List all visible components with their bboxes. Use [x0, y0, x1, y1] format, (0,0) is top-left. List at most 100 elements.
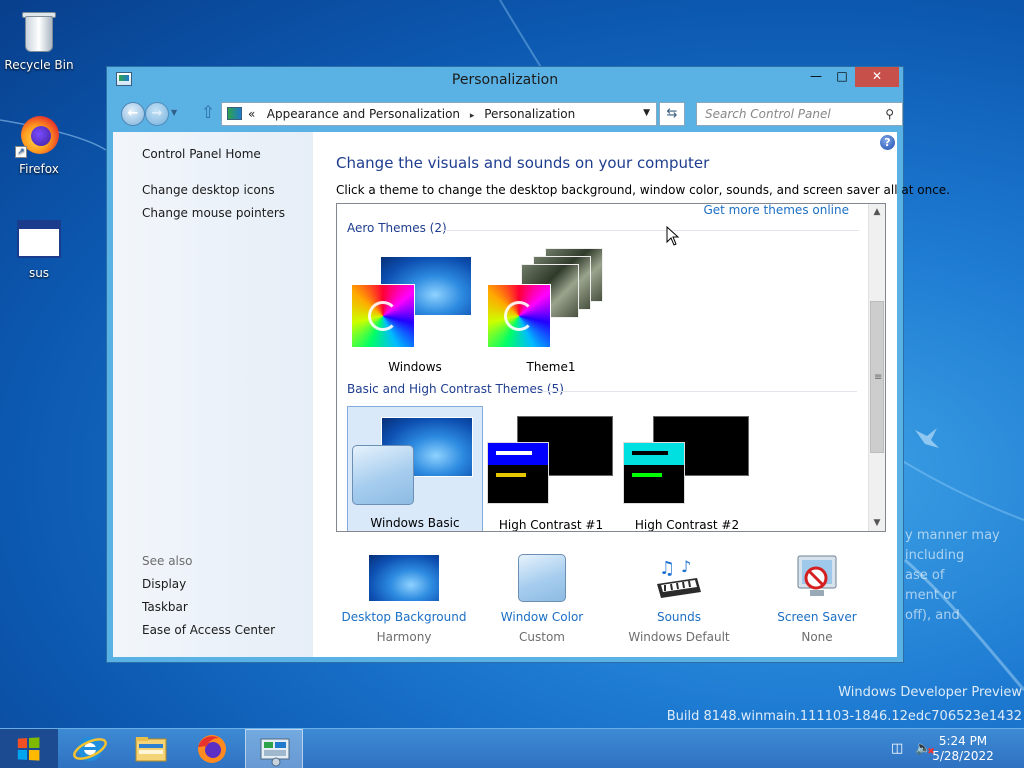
- basic-window-preview: [352, 445, 414, 505]
- scrollbar-thumb[interactable]: ≡: [870, 301, 884, 453]
- theme-list-scrollbar[interactable]: ▲ ≡ ▼: [868, 204, 885, 531]
- link-ease-of-access-center[interactable]: Ease of Access Center: [142, 623, 275, 637]
- theme-label: Windows: [388, 360, 442, 374]
- color-wheel-icon: [487, 284, 551, 348]
- link-change-mouse-pointers[interactable]: Change mouse pointers: [142, 206, 285, 220]
- scroll-down-icon[interactable]: ▼: [869, 515, 885, 531]
- search-input[interactable]: [705, 106, 875, 122]
- search-icon[interactable]: ⚲: [885, 107, 894, 121]
- theme-label: Theme1: [526, 360, 576, 374]
- theme-tile-high-contrast-1[interactable]: High Contrast #1: [483, 406, 619, 532]
- aero-themes-header: Aero Themes (2): [347, 221, 447, 235]
- sounds-link[interactable]: Sounds: [611, 610, 747, 624]
- recycle-bin-icon: [15, 6, 63, 54]
- title-bar[interactable]: Personalization — □ ✕: [107, 67, 903, 95]
- breadcrumb-personalization[interactable]: Personalization: [484, 107, 575, 121]
- maximize-button[interactable]: □: [829, 67, 855, 87]
- application-window-icon: [15, 214, 63, 262]
- sounds-setting[interactable]: ♫ ♪ Sounds Windows Default: [611, 554, 747, 644]
- wallpaper-ghost-text: y manner may including ase of ment or off), …: [905, 528, 1000, 623]
- divider: [540, 391, 857, 392]
- page-description: Click a theme to change the desktop back…: [336, 183, 950, 197]
- window-color-icon: [518, 554, 566, 602]
- screen-saver-link[interactable]: Screen Saver: [749, 610, 885, 624]
- address-bar[interactable]: « Appearance and Personalization ▸ Perso…: [221, 102, 657, 126]
- svg-text:♫: ♫: [659, 558, 675, 579]
- search-box[interactable]: ⚲: [696, 102, 903, 126]
- internet-explorer-icon: [73, 737, 107, 761]
- sounds-value: Windows Default: [628, 630, 730, 644]
- taskbar-firefox[interactable]: [183, 729, 241, 768]
- help-icon[interactable]: ?: [880, 135, 895, 150]
- desktop-icon-label: Firefox: [19, 162, 59, 176]
- svg-text:♪: ♪: [681, 557, 691, 576]
- theme-tile-windows[interactable]: Windows: [347, 248, 483, 374]
- desktop-icon-recycle-bin[interactable]: Recycle Bin: [1, 6, 77, 72]
- up-button[interactable]: ⇧: [201, 103, 215, 123]
- control-panel-icon: [227, 107, 242, 120]
- screen-saver-value: None: [801, 630, 833, 644]
- basic-themes-header: Basic and High Contrast Themes (5): [347, 382, 564, 396]
- desktop-background-value: Harmony: [376, 630, 432, 644]
- theme-tile-windows-basic[interactable]: Windows Basic: [347, 406, 483, 531]
- theme-label: Windows Basic: [370, 516, 460, 530]
- firefox-icon: [198, 735, 226, 763]
- clock-date: 5/28/2022: [932, 749, 994, 763]
- file-explorer-icon: [135, 737, 167, 762]
- window-title: Personalization: [451, 72, 559, 88]
- client-area: Control Panel Home Change desktop icons …: [113, 132, 950, 657]
- theme-tile-high-contrast-2[interactable]: High Contrast #2: [619, 406, 755, 532]
- desktop-icon-firefox[interactable]: ↗ Firefox: [1, 110, 77, 176]
- watermark-line-1: Windows Developer Preview: [838, 685, 1022, 700]
- clock-time: 5:24 PM: [938, 734, 988, 748]
- personalization-window: Personalization — □ ✕ ← → ▼ ⇧ « Appearan…: [106, 66, 950, 663]
- screen-saver-setting[interactable]: Screen Saver None: [749, 554, 885, 644]
- control-panel-icon: [260, 738, 290, 767]
- start-button[interactable]: [0, 729, 58, 768]
- desktop-background-link[interactable]: Desktop Background: [336, 610, 472, 624]
- sounds-icon: ♫ ♪: [653, 554, 705, 602]
- theme-label: High Contrast #1: [498, 518, 604, 532]
- back-button[interactable]: ←: [121, 102, 145, 126]
- minimize-button[interactable]: —: [803, 67, 829, 87]
- taskbar-control-panel[interactable]: [245, 729, 303, 768]
- theme-label: High Contrast #2: [634, 518, 740, 532]
- link-display[interactable]: Display: [142, 577, 186, 591]
- link-taskbar[interactable]: Taskbar: [142, 600, 188, 614]
- address-dropdown-icon[interactable]: ▼: [643, 108, 650, 118]
- desktop-background-setting[interactable]: Desktop Background Harmony: [336, 554, 472, 644]
- breadcrumb-overflow[interactable]: «: [248, 107, 255, 121]
- recent-pages-dropdown[interactable]: ▼: [171, 108, 177, 117]
- breadcrumb-separator-icon[interactable]: ▸: [470, 111, 475, 121]
- windows-logo-icon: [17, 737, 40, 761]
- get-more-themes-link[interactable]: Get more themes online: [703, 204, 849, 217]
- mouse-cursor-icon: [666, 226, 680, 246]
- high-contrast-window-preview: [487, 442, 549, 504]
- see-also-label: See also: [142, 554, 193, 568]
- forward-button[interactable]: →: [145, 102, 169, 126]
- desktop-icon-sus[interactable]: sus: [1, 214, 77, 280]
- network-icon[interactable]: ◫: [891, 741, 903, 756]
- link-control-panel-home[interactable]: Control Panel Home: [142, 147, 261, 161]
- taskbar-internet-explorer[interactable]: [61, 729, 119, 768]
- scroll-up-icon[interactable]: ▲: [869, 204, 885, 220]
- window-color-value: Custom: [519, 630, 565, 644]
- navigation-bar: ← → ▼ ⇧ « Appearance and Personalization…: [113, 100, 903, 128]
- breadcrumb: « Appearance and Personalization ▸ Perso…: [248, 107, 575, 121]
- clock[interactable]: 5:24 PM 5/28/2022: [930, 734, 996, 764]
- firefox-icon: ↗: [15, 110, 63, 158]
- link-change-desktop-icons[interactable]: Change desktop icons: [142, 183, 275, 197]
- theme-tile-theme1[interactable]: Theme1: [483, 248, 619, 374]
- desktop-icon-label: Recycle Bin: [4, 58, 74, 72]
- left-pane: Control Panel Home Change desktop icons …: [113, 132, 313, 657]
- close-button[interactable]: ✕: [855, 67, 899, 87]
- breadcrumb-appearance[interactable]: Appearance and Personalization: [267, 107, 460, 121]
- window-color-setting[interactable]: Window Color Custom: [474, 554, 610, 644]
- taskbar-file-explorer[interactable]: [122, 729, 180, 768]
- divider: [441, 230, 859, 231]
- window-color-link[interactable]: Window Color: [474, 610, 610, 624]
- refresh-button[interactable]: ⇆: [659, 102, 685, 126]
- watermark-line-2: Build 8148.winmain.111103-1846.12edc7065…: [666, 709, 1022, 724]
- screen-saver-icon: [792, 554, 842, 602]
- desktop-icon-label: sus: [28, 266, 50, 280]
